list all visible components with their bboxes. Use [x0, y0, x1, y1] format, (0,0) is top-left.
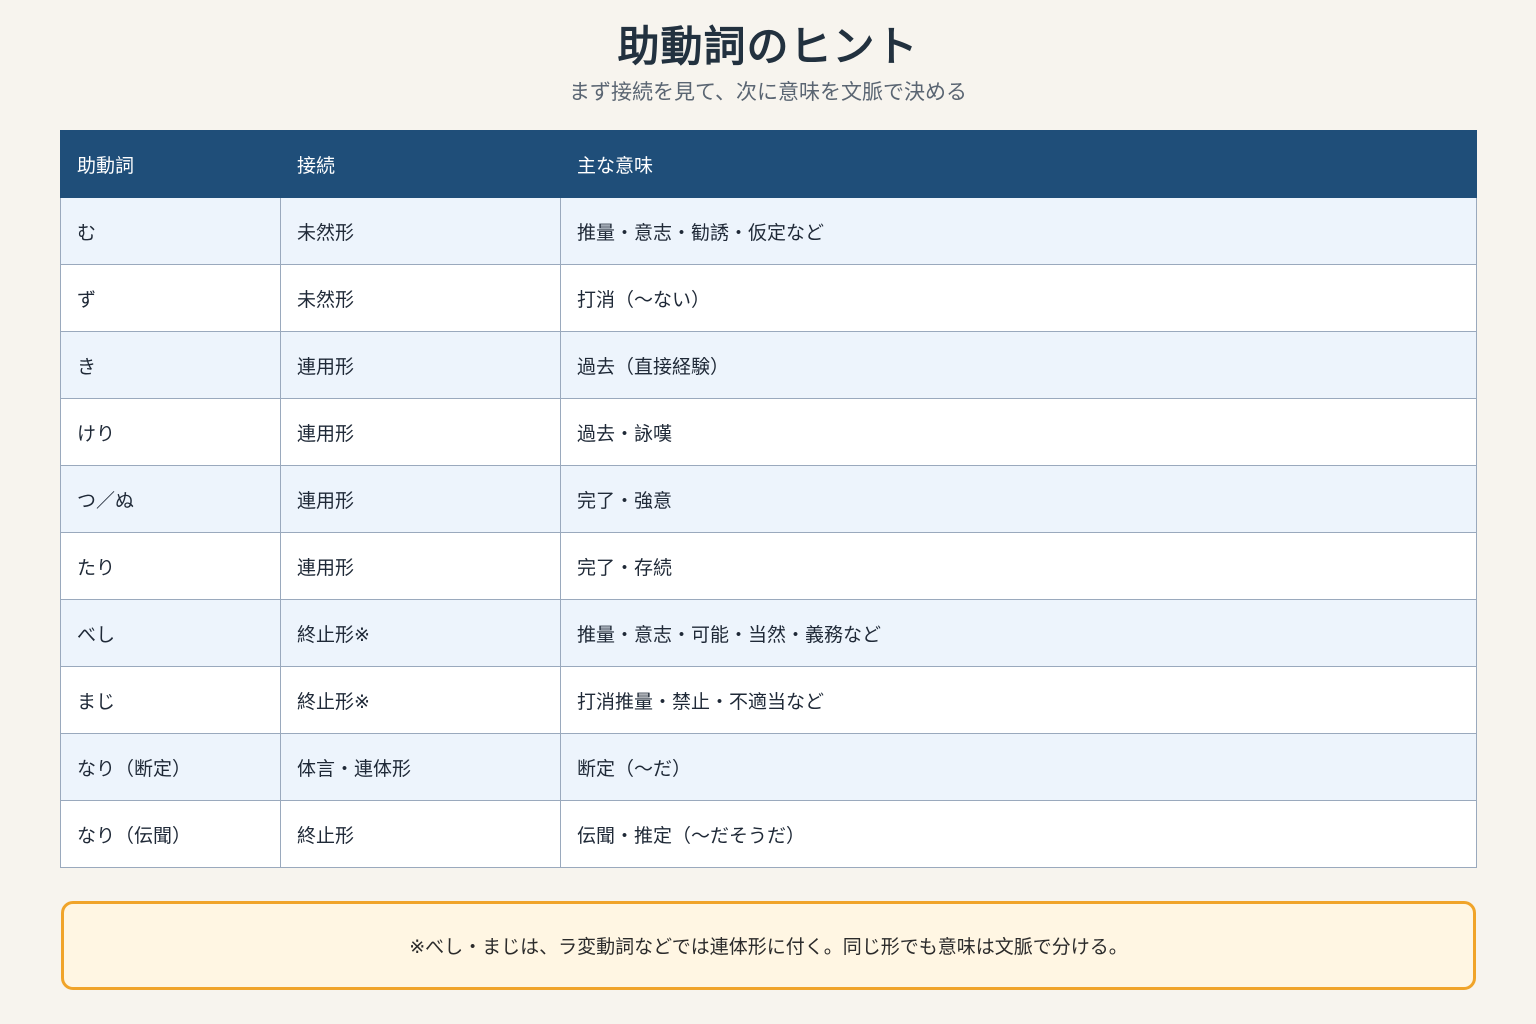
cell-auxiliary-verb: き [60, 331, 281, 399]
table-row: む 未然形 推量・意志・勧誘・仮定など [60, 197, 1477, 265]
cell-auxiliary-verb: けり [60, 398, 281, 466]
cell-connection: 終止形 [280, 800, 561, 868]
table-row: き 連用形 過去（直接経験） [60, 331, 1477, 399]
cell-auxiliary-verb: まじ [60, 666, 281, 734]
table-row: つ／ぬ 連用形 完了・強意 [60, 465, 1477, 533]
cell-connection: 連用形 [280, 465, 561, 533]
cell-auxiliary-verb: む [60, 197, 281, 265]
column-header-connection: 接続 [280, 130, 561, 198]
table-header-row: 助動詞 接続 主な意味 [60, 130, 1477, 198]
auxiliary-verb-table: 助動詞 接続 主な意味 む 未然形 推量・意志・勧誘・仮定など ず 未然形 打消… [60, 130, 1477, 868]
cell-auxiliary-verb: ず [60, 264, 281, 332]
cell-meaning: 打消推量・禁止・不適当など [560, 666, 1477, 734]
cell-auxiliary-verb: べし [60, 599, 281, 667]
cell-connection: 連用形 [280, 532, 561, 600]
cell-meaning: 打消（〜ない） [560, 264, 1477, 332]
cell-meaning: 過去（直接経験） [560, 331, 1477, 399]
note-box: ※べし・まじは、ラ変動詞などでは連体形に付く。同じ形でも意味は文脈で分ける。 [61, 901, 1476, 990]
table-row: まじ 終止形※ 打消推量・禁止・不適当など [60, 666, 1477, 734]
cell-meaning: 推量・意志・勧誘・仮定など [560, 197, 1477, 265]
cell-meaning: 推量・意志・可能・当然・義務など [560, 599, 1477, 667]
table-row: べし 終止形※ 推量・意志・可能・当然・義務など [60, 599, 1477, 667]
cell-auxiliary-verb: なり（伝聞） [60, 800, 281, 868]
table-row: たり 連用形 完了・存続 [60, 532, 1477, 600]
cell-connection: 連用形 [280, 398, 561, 466]
cell-connection: 未然形 [280, 264, 561, 332]
page-subtitle: まず接続を見て、次に意味を文脈で決める [569, 80, 967, 104]
table-row: ず 未然形 打消（〜ない） [60, 264, 1477, 332]
cell-connection: 連用形 [280, 331, 561, 399]
cell-meaning: 断定（〜だ） [560, 733, 1477, 801]
note-text: ※べし・まじは、ラ変動詞などでは連体形に付く。同じ形でも意味は文脈で分ける。 [409, 936, 1128, 958]
page-header: 助動詞のヒント まず接続を見て、次に意味を文脈で決める [0, 22, 1536, 106]
column-header-auxiliary-verb: 助動詞 [60, 130, 281, 198]
cell-connection: 終止形※ [280, 599, 561, 667]
cell-auxiliary-verb: たり [60, 532, 281, 600]
column-header-meaning: 主な意味 [560, 130, 1477, 198]
table-row: なり（伝聞） 終止形 伝聞・推定（〜だそうだ） [60, 800, 1477, 868]
page-title: 助動詞のヒント [617, 22, 919, 71]
cell-connection: 体言・連体形 [280, 733, 561, 801]
cell-auxiliary-verb: なり（断定） [60, 733, 281, 801]
table-row: けり 連用形 過去・詠嘆 [60, 398, 1477, 466]
cell-meaning: 伝聞・推定（〜だそうだ） [560, 800, 1477, 868]
cell-auxiliary-verb: つ／ぬ [60, 465, 281, 533]
cell-connection: 未然形 [280, 197, 561, 265]
cell-meaning: 完了・強意 [560, 465, 1477, 533]
cell-meaning: 完了・存続 [560, 532, 1477, 600]
cell-meaning: 過去・詠嘆 [560, 398, 1477, 466]
cell-connection: 終止形※ [280, 666, 561, 734]
table-row: なり（断定） 体言・連体形 断定（〜だ） [60, 733, 1477, 801]
